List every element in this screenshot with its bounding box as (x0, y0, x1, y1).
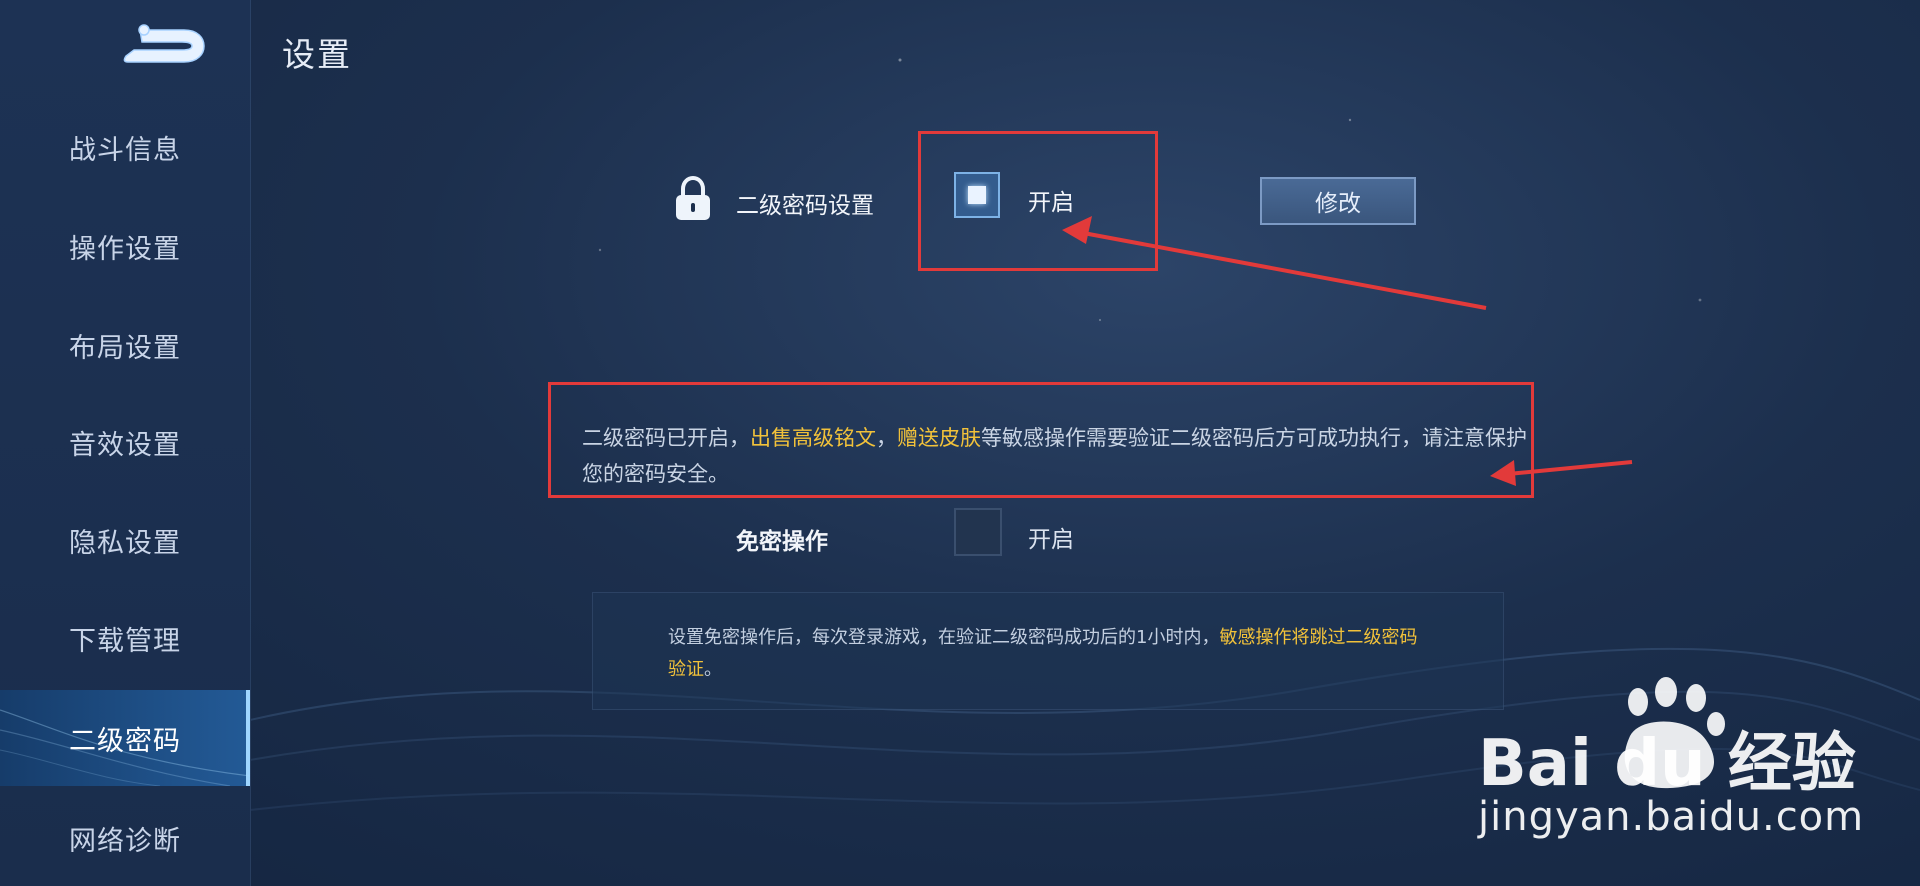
sidebar-item-battle-info[interactable]: 战斗信息 (0, 99, 250, 195)
sidebar-item-label: 二级密码 (69, 725, 181, 757)
password-free-info: 设置免密操作后，每次登录游戏，在验证二级密码成功后的1小时内，敏感操作将跳过二级… (668, 622, 1428, 686)
sidebar-item-label: 布局设置 (69, 332, 181, 364)
sidebar-item-downloads[interactable]: 下载管理 (0, 590, 250, 686)
sidebar-item-privacy[interactable]: 隐私设置 (0, 492, 250, 588)
lock-icon (676, 176, 710, 220)
sidebar-item-network-diagnosis[interactable]: 网络诊断 (0, 790, 250, 886)
sidebar: 战斗信息 操作设置 布局设置 音效设置 隐私设置 下载管理 二级密码 网络诊断 (0, 0, 251, 886)
sidebar-item-secondary-password[interactable]: 二级密码 (0, 690, 250, 786)
sidebar-item-layout[interactable]: 布局设置 (0, 297, 250, 393)
sidebar-item-label: 战斗信息 (69, 134, 181, 166)
watermark-url: jingyan.baidu.com (1478, 794, 1865, 840)
password-free-label: 免密操作 (736, 529, 828, 555)
secondary-password-label: 二级密码设置 (736, 193, 874, 219)
info-text: 设置免密操作后，每次登录游戏，在验证二级密码成功后的1小时内， (668, 627, 1220, 648)
sidebar-item-label: 网络诊断 (69, 825, 181, 857)
password-free-checkbox[interactable] (954, 508, 1002, 556)
modify-button[interactable]: 修改 (1260, 177, 1416, 225)
annotation-box-toggle (918, 131, 1158, 271)
sidebar-item-label: 操作设置 (69, 233, 181, 265)
info-text: 。 (704, 659, 722, 680)
sidebar-item-label: 隐私设置 (69, 527, 181, 559)
sidebar-item-label: 下载管理 (69, 625, 181, 657)
sidebar-item-controls[interactable]: 操作设置 (0, 198, 250, 294)
watermark-brand: Bai du 经验 (1478, 727, 1856, 801)
password-free-toggle-label: 开启 (1028, 527, 1074, 553)
back-arrow-icon[interactable] (118, 22, 208, 70)
sidebar-item-sound[interactable]: 音效设置 (0, 394, 250, 490)
annotation-box-info (548, 382, 1534, 498)
page-title: 设置 (282, 35, 352, 74)
sidebar-item-label: 音效设置 (69, 429, 181, 461)
